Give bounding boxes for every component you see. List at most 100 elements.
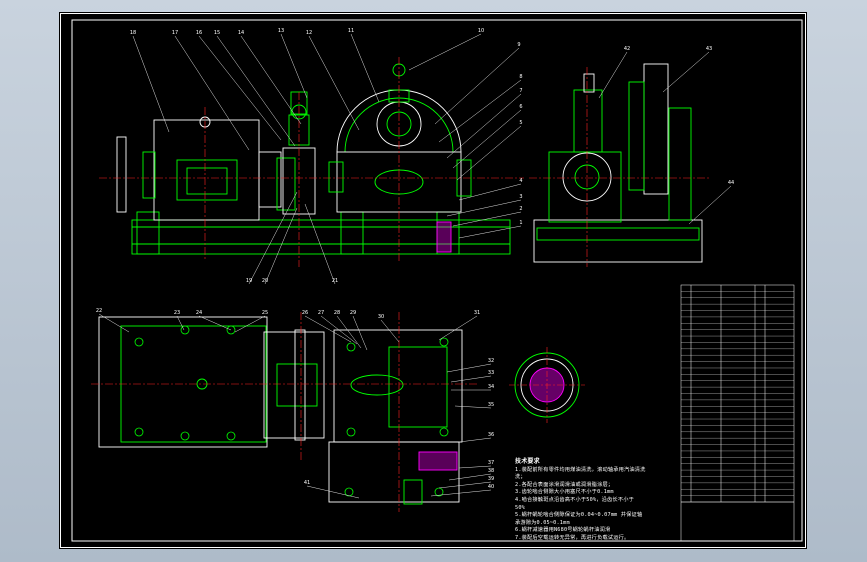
- elevation-callout: 18: [130, 30, 136, 36]
- plan-callout: 27: [318, 310, 324, 316]
- elevation-leader: [248, 191, 298, 285]
- plan-leader: [438, 481, 492, 489]
- elevation-leader: [458, 183, 522, 201]
- elevation-leader: [280, 33, 308, 99]
- plan-callout: 41: [304, 480, 310, 486]
- plan-callout: 29: [350, 310, 356, 316]
- elevation-callout: 42: [624, 46, 630, 52]
- elevation-leader: [452, 109, 522, 169]
- plan-callout: 22: [96, 308, 102, 314]
- plan-leader: [234, 315, 266, 333]
- note-line-4: 3.齿轮啮合侧隙大小用塞尺不小于0.1mm: [515, 489, 614, 496]
- plan-bolts: [134, 325, 449, 497]
- plan-callout: 30: [378, 314, 384, 320]
- plan-centerlines: [91, 312, 479, 512]
- plan-leader: [458, 437, 492, 443]
- elevation-callout: 13: [278, 28, 284, 34]
- plan-leader: [438, 315, 478, 341]
- plan-leader: [352, 315, 368, 351]
- elevation-callout: 4: [519, 178, 522, 184]
- elevation-leader: [350, 33, 380, 103]
- elevation-leader: [438, 79, 522, 143]
- elevation-leader: [216, 35, 296, 147]
- elevation-callout: 20: [262, 278, 268, 284]
- note-line-1: 1.装配前所有零件均用煤油清洗，滚动轴承用汽油清洗: [515, 466, 646, 473]
- front-view: [116, 63, 511, 255]
- plan-callout: 34: [488, 384, 494, 390]
- plan-leader: [450, 375, 492, 383]
- elevation-leader: [132, 35, 170, 133]
- elevation-callout: 14: [238, 30, 244, 36]
- elevation-callout: 16: [196, 30, 202, 36]
- plan-leader: [454, 405, 492, 409]
- elevation-leader: [662, 51, 710, 93]
- plan-callout: 33: [488, 370, 494, 376]
- elevation-leader: [408, 33, 482, 71]
- plan-callout: 35: [488, 402, 494, 408]
- plan-callout: 40: [488, 484, 494, 490]
- side-view: [533, 63, 703, 263]
- plan-leader: [430, 489, 492, 497]
- technical-notes: 技术要求 1.装配前所有零件均用煤油清洗，滚动轴承用汽油清洗 洗； 2.各配合表…: [515, 458, 733, 543]
- elevation-callout: 8: [519, 74, 522, 80]
- plan-callout: 23: [174, 310, 180, 316]
- elevation-leader: [308, 35, 360, 131]
- elevation-leader: [446, 93, 522, 159]
- elevation-callout: 9: [517, 42, 520, 48]
- elevation-leader: [458, 225, 522, 239]
- note-line-2: 洗；: [515, 474, 526, 481]
- elevation-callout: 17: [172, 30, 178, 36]
- elevation-callout: 1: [519, 220, 522, 226]
- side-centerlines: [529, 67, 709, 267]
- plan-leader: [448, 473, 492, 481]
- elevation-leader: [240, 35, 302, 125]
- elevation-leader: [688, 185, 732, 225]
- note-line-10: 7.装配后空载运转无异常，再进行负载试运行。: [515, 534, 630, 541]
- elevation-callout: 7: [519, 88, 522, 94]
- plan-leader: [198, 315, 232, 331]
- plan-callout: 26: [302, 310, 308, 316]
- elevation-callout: 6: [519, 104, 522, 110]
- notes-title: 技术要求: [515, 458, 540, 465]
- plan-leader: [306, 485, 360, 499]
- section-a-a: [509, 347, 585, 423]
- elevation-callout: 43: [706, 46, 712, 52]
- elevation-callout: 12: [306, 30, 312, 36]
- plan-leader: [446, 363, 492, 373]
- elevation-leader: [264, 207, 298, 285]
- elevation-callout: 5: [519, 120, 522, 126]
- plan-callout: 25: [262, 310, 268, 316]
- plan-leader: [458, 465, 492, 469]
- plan-view: [98, 316, 463, 505]
- plan-callout: 36: [488, 432, 494, 438]
- elevation-callout: 21: [332, 278, 338, 284]
- plan-callout: 38: [488, 468, 494, 474]
- elevation-leader: [198, 35, 282, 141]
- plan-callout: 39: [488, 476, 494, 482]
- plan-callout: 37: [488, 460, 494, 466]
- elevation-leader: [434, 47, 520, 125]
- elevation-callout: 44: [728, 180, 734, 186]
- note-line-7: 5.蜗杆蜗轮啮合侧隙保证为0.04~0.07mm 并保证轴: [515, 512, 643, 519]
- elevation-leader: [452, 211, 522, 227]
- plan-callout: 32: [488, 358, 494, 364]
- elevation-callout: 19: [246, 278, 252, 284]
- elevation-leader: [456, 125, 522, 181]
- plan-leader: [304, 315, 352, 343]
- elevation-callout: 2: [519, 206, 522, 212]
- plan-leader: [380, 319, 400, 343]
- elevation-leader: [446, 199, 522, 217]
- elevation-leader: [598, 51, 628, 99]
- plan-callout: 24: [196, 310, 202, 316]
- plan-leader: [176, 315, 185, 331]
- drawing-sheet: 18 17 16 15 14 13 12 11 10 9 8 7 6 5 4 3 2 1 19 20 21 42 43 44 2…: [59, 12, 807, 549]
- plan-callout: 28: [334, 310, 340, 316]
- note-line-9: 6.蜗杆减速器用N680号蜗轮蜗杆油润滑: [515, 527, 611, 534]
- elevation-callout: 3: [519, 194, 522, 200]
- note-line-5: 4.啮合接触斑点沿齿高不小于50%，沿齿长不小于: [515, 496, 634, 503]
- elevation-callout: 15: [214, 30, 220, 36]
- plan-callout: 31: [474, 310, 480, 316]
- elevation-callout: 10: [478, 28, 484, 34]
- elevation-leader: [174, 35, 250, 151]
- elevation-callout: 11: [348, 28, 354, 34]
